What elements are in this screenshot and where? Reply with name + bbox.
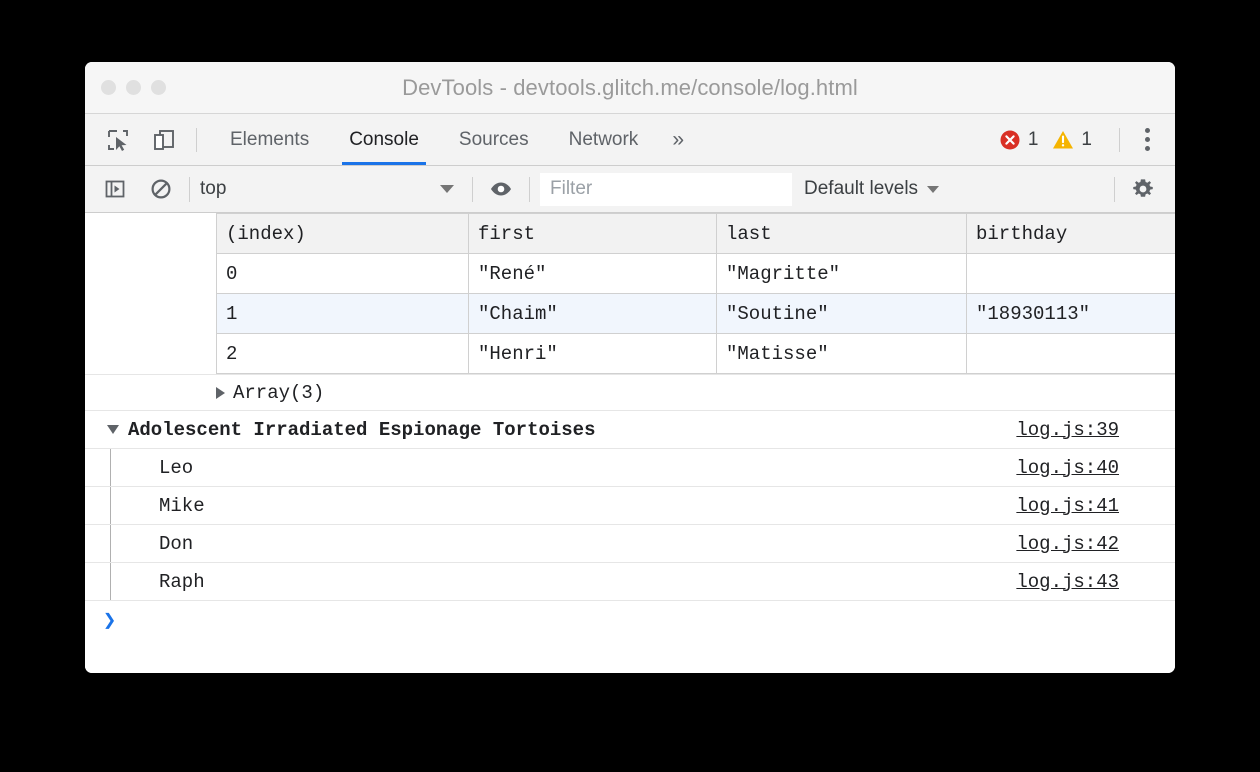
column-header-last[interactable]: last: [717, 214, 967, 254]
console-log-row[interactable]: Leo log.js:40: [85, 449, 1175, 487]
cell-index: 2: [217, 334, 469, 374]
console-table: (index) first last birthday 0 "René" "Ma…: [216, 213, 1175, 374]
console-toolbar: top Default levels: [85, 166, 1175, 213]
console-sidebar-icon[interactable]: [97, 173, 133, 205]
expand-triangle-icon[interactable]: [216, 387, 225, 399]
tab-elements[interactable]: Elements: [210, 114, 329, 165]
chevron-down-icon: [927, 186, 939, 193]
execution-context-label: top: [200, 178, 226, 200]
clear-console-icon[interactable]: [143, 173, 179, 205]
console-toolbar-divider-4: [1114, 177, 1115, 202]
execution-context-selector[interactable]: top: [200, 178, 462, 200]
cell-index: 1: [217, 294, 469, 334]
console-log-row[interactable]: Mike log.js:41: [85, 487, 1175, 525]
group-title: Adolescent Irradiated Espionage Tortoise…: [128, 419, 595, 441]
source-link[interactable]: log.js:43: [1016, 571, 1119, 593]
cell-first: "René": [469, 254, 717, 294]
source-link[interactable]: log.js:39: [1016, 419, 1119, 441]
table-row[interactable]: 2 "Henri" "Matisse": [217, 334, 1176, 374]
array-summary-label: Array(3): [233, 382, 324, 404]
console-prompt[interactable]: ❯: [85, 601, 1175, 641]
console-log-row[interactable]: Raph log.js:43: [85, 563, 1175, 601]
tab-sources[interactable]: Sources: [439, 114, 549, 165]
badge-divider: [1119, 128, 1120, 152]
prompt-chevron-icon: ❯: [103, 608, 116, 634]
chevron-down-icon: [440, 185, 454, 193]
console-table-message: (index) first last birthday 0 "René" "Ma…: [85, 213, 1175, 375]
cell-index: 0: [217, 254, 469, 294]
gear-icon[interactable]: [1125, 173, 1161, 205]
column-header-index[interactable]: (index): [217, 214, 469, 254]
console-toolbar-divider-3: [529, 177, 530, 202]
window-title: DevTools - devtools.glitch.me/console/lo…: [85, 75, 1175, 101]
log-text: Raph: [159, 571, 205, 593]
cell-birthday: "18930113": [967, 294, 1176, 334]
tab-bar-right: 1 1: [999, 128, 1175, 152]
table-row[interactable]: 0 "René" "Magritte": [217, 254, 1176, 294]
table-body: 0 "René" "Magritte" 1 "Chaim" "Soutine" …: [217, 254, 1176, 374]
panel-tabs: Elements Console Sources Network »: [210, 114, 698, 165]
filter-input[interactable]: [540, 173, 792, 206]
devtools-window: DevTools - devtools.glitch.me/console/lo…: [85, 62, 1175, 673]
tab-console[interactable]: Console: [329, 114, 439, 165]
column-header-birthday[interactable]: birthday: [967, 214, 1176, 254]
table-row[interactable]: 1 "Chaim" "Soutine" "18930113": [217, 294, 1176, 334]
more-tabs-icon[interactable]: »: [658, 114, 698, 165]
log-text: Mike: [159, 495, 205, 517]
maximize-window-button[interactable]: [151, 80, 166, 95]
log-levels-selector[interactable]: Default levels: [804, 178, 939, 200]
error-badge[interactable]: 1: [999, 129, 1039, 151]
devtools-menu-icon[interactable]: [1133, 128, 1161, 151]
cell-first: "Chaim": [469, 294, 717, 334]
console-group-header[interactable]: Adolescent Irradiated Espionage Tortoise…: [85, 411, 1175, 449]
table-header-row: (index) first last birthday: [217, 214, 1176, 254]
error-count: 1: [1028, 129, 1039, 151]
log-text: Don: [159, 533, 193, 555]
tab-network[interactable]: Network: [549, 114, 659, 165]
devtools-tab-bar: Elements Console Sources Network » 1: [85, 114, 1175, 166]
console-log-row[interactable]: Don log.js:42: [85, 525, 1175, 563]
device-toolbar-icon[interactable]: [145, 123, 183, 157]
array-summary-row[interactable]: Array(3): [85, 375, 1175, 411]
console-messages: (index) first last birthday 0 "René" "Ma…: [85, 213, 1175, 673]
cell-last: "Matisse": [717, 334, 967, 374]
warning-badge[interactable]: 1: [1052, 129, 1092, 151]
eye-icon[interactable]: [483, 173, 519, 205]
source-link[interactable]: log.js:41: [1016, 495, 1119, 517]
cell-last: "Magritte": [717, 254, 967, 294]
traffic-lights: [101, 80, 166, 95]
warning-count: 1: [1081, 129, 1092, 151]
title-bar: DevTools - devtools.glitch.me/console/lo…: [85, 62, 1175, 114]
source-link[interactable]: log.js:40: [1016, 457, 1119, 479]
source-link[interactable]: log.js:42: [1016, 533, 1119, 555]
console-toolbar-divider-1: [189, 177, 190, 202]
minimize-window-button[interactable]: [126, 80, 141, 95]
cell-birthday: [967, 254, 1176, 294]
column-header-first[interactable]: first: [469, 214, 717, 254]
warning-icon: [1052, 129, 1074, 151]
collapse-triangle-icon[interactable]: [107, 425, 119, 434]
toolbar-divider: [196, 128, 197, 152]
close-window-button[interactable]: [101, 80, 116, 95]
cell-last: "Soutine": [717, 294, 967, 334]
error-icon: [999, 129, 1021, 151]
cell-first: "Henri": [469, 334, 717, 374]
inspect-element-icon[interactable]: [99, 123, 137, 157]
console-toolbar-divider-2: [472, 177, 473, 202]
log-text: Leo: [159, 457, 193, 479]
cell-birthday: [967, 334, 1176, 374]
log-levels-label: Default levels: [804, 178, 918, 200]
table-head: (index) first last birthday: [217, 214, 1176, 254]
